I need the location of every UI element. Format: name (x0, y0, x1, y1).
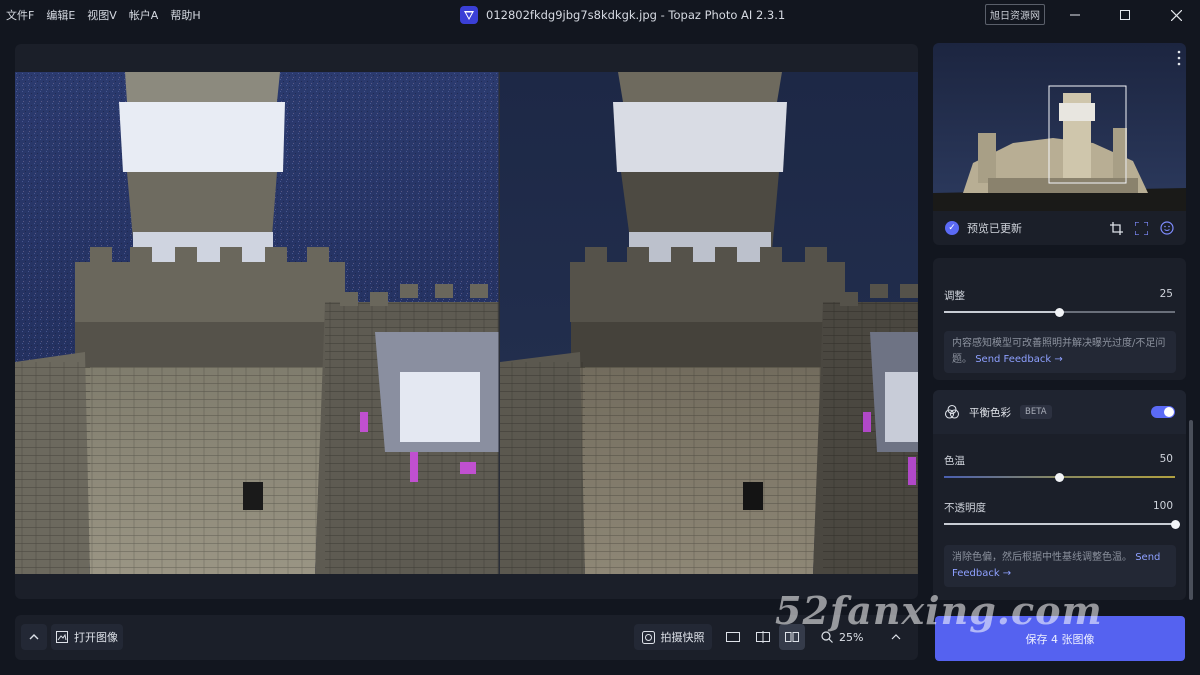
opacity-slider-fill (944, 523, 1175, 525)
chevron-up-icon (891, 634, 901, 640)
close-button[interactable] (1156, 0, 1196, 30)
snapshot-label: 拍摄快照 (660, 631, 705, 644)
preview-status: 预览已更新 (967, 222, 1022, 235)
menu-file[interactable]: 文件F (6, 7, 34, 23)
title-bar: 文件F 编辑E 视图V 帐户A 帮助H 012802fkdg9jbg7s8kdk… (0, 0, 1200, 30)
check-icon: ✓ (945, 221, 959, 235)
open-image-label: 打开图像 (74, 631, 118, 644)
camera-icon (641, 630, 655, 644)
face-icon[interactable] (1160, 221, 1174, 235)
navigator-footer: ✓ 预览已更新 (933, 211, 1186, 245)
balance-color-title: 平衡色彩 (969, 406, 1011, 419)
navigator-panel: ✓ 预览已更新 (933, 43, 1186, 245)
image-icon (56, 631, 68, 643)
window-title: 012802fkdg9jbg7s8kdkgk.jpg - Topaz Photo… (486, 8, 786, 22)
balance-color-header[interactable]: 平衡色彩 BETA (933, 390, 1186, 434)
menu-help[interactable]: 帮助H (170, 7, 200, 23)
adjust-feedback-link[interactable]: Send Feedback → (975, 354, 1063, 365)
maximize-icon (1120, 10, 1130, 20)
single-view-icon (726, 632, 740, 642)
adjust-panel: 调整 25 内容感知模型可改善照明并解决曝光过度/不足问题。 Send Feed… (933, 258, 1186, 380)
watermark: 52fanxing.com (775, 588, 1103, 633)
menu-bar: 文件F 编辑E 视图V 帐户A 帮助H (6, 0, 213, 30)
temperature-slider-knob[interactable] (1055, 472, 1064, 482)
fullscreen-icon[interactable] (1135, 221, 1148, 235)
adjust-label: 调整 (944, 290, 965, 302)
minimize-button[interactable] (1055, 0, 1095, 30)
expand-panel-button[interactable] (21, 624, 47, 650)
adjust-slider[interactable] (944, 307, 1175, 317)
balance-info: 消除色偏，然后根据中性基线调整色温。 Send Feedback → (944, 545, 1176, 587)
close-icon (1170, 9, 1182, 21)
adjust-slider-fill (944, 311, 1060, 313)
compare-divider (498, 72, 500, 574)
window-title-area: 012802fkdg9jbg7s8kdkgk.jpg - Topaz Photo… (460, 0, 785, 30)
chevron-up-icon (29, 634, 39, 640)
adjust-info: 内容感知模型可改善照明并解决曝光过度/不足问题。 Send Feedback → (944, 331, 1176, 373)
adjust-slider-knob[interactable] (1055, 307, 1064, 317)
opacity-label: 不透明度 (944, 502, 986, 514)
maximize-button[interactable] (1105, 0, 1145, 30)
split-view-button[interactable] (750, 624, 776, 650)
opacity-slider[interactable] (944, 519, 1180, 529)
adjust-value: 25 (1159, 288, 1173, 300)
site-badge: 旭日资源网 (985, 4, 1045, 25)
minimize-icon (1070, 14, 1080, 16)
color-circles-icon (944, 404, 960, 419)
split-view-icon (756, 631, 770, 643)
menu-edit[interactable]: 编辑E (46, 7, 75, 23)
beta-badge: BETA (1020, 405, 1052, 419)
single-view-button[interactable] (720, 624, 746, 650)
original-preview (15, 72, 499, 574)
menu-view[interactable]: 视图V (87, 7, 117, 23)
balance-color-panel: 平衡色彩 BETA 色温 50 不透明度 100 消除色偏，然后根据中性基线调整… (933, 390, 1186, 600)
temp-label: 色温 (944, 455, 965, 467)
comparison-image[interactable] (15, 72, 918, 574)
navigator-thumbnail[interactable] (933, 43, 1186, 211)
opacity-value: 100 (1152, 500, 1173, 512)
topaz-logo-icon (460, 6, 478, 24)
opacity-slider-knob[interactable] (1170, 519, 1180, 529)
more-options-icon (1177, 50, 1181, 66)
temp-value: 50 (1159, 453, 1173, 465)
balance-info-text: 消除色偏，然后根据中性基线调整色温。 (952, 552, 1132, 563)
processed-preview (500, 72, 918, 574)
snapshot-button[interactable]: 拍摄快照 (634, 624, 712, 650)
open-image-button[interactable]: 打开图像 (51, 624, 123, 650)
side-by-side-icon (785, 632, 799, 642)
balance-color-toggle[interactable] (1151, 406, 1175, 418)
temperature-slider[interactable] (944, 472, 1175, 482)
menu-account[interactable]: 帐户A (129, 7, 159, 23)
crop-icon[interactable] (1110, 221, 1123, 235)
sidebar-scrollbar[interactable] (1189, 420, 1193, 600)
